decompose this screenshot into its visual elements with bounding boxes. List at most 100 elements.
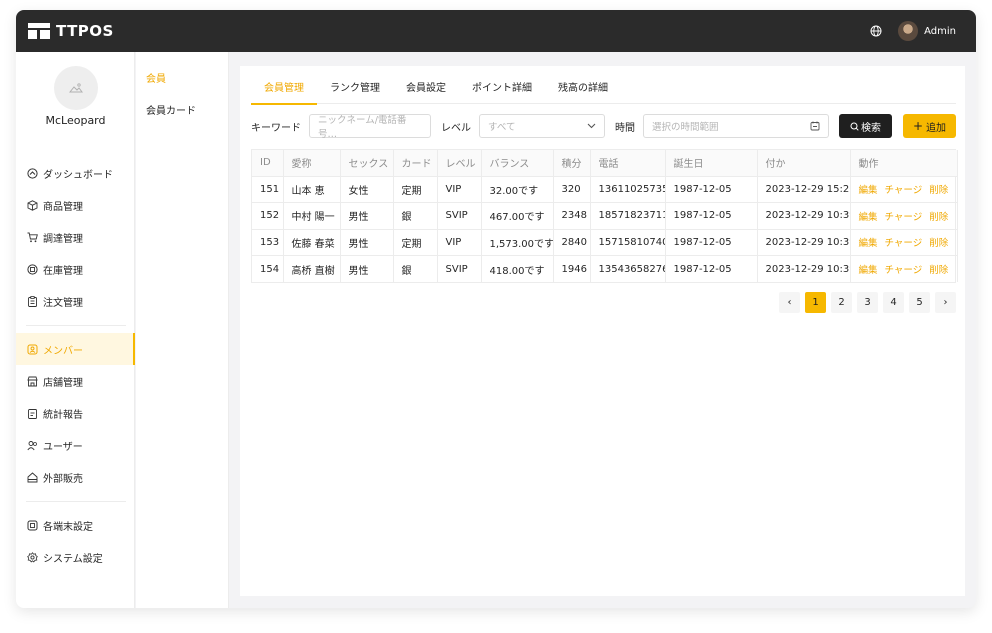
clipboard-icon <box>28 295 37 307</box>
cell-id: 154 <box>252 255 284 282</box>
cell-phone: 13611025735 <box>590 176 666 203</box>
keyword-input[interactable]: ニックネーム/電話番号… <box>309 114 431 140</box>
page-button-1[interactable]: 1 <box>805 292 826 313</box>
user-avatar[interactable] <box>898 21 919 41</box>
sidebar-item-label: 注文管理 <box>43 297 83 309</box>
cell-card: 定期 <box>393 229 438 256</box>
members-table: ID 愛称 セックス カード レベル バランス 積分 電話 誕生日 付か 動作 <box>251 149 958 283</box>
tab-member-management[interactable]: 会員管理 <box>251 80 317 105</box>
page-button-3[interactable]: 3 <box>857 292 878 313</box>
charge-link[interactable]: チャージ <box>885 212 923 223</box>
cell-balance: 467.00です <box>481 202 554 230</box>
tab-rank-management[interactable]: ランク管理 <box>317 80 393 104</box>
page-button-2[interactable]: 2 <box>831 292 852 313</box>
cell-card: 定期 <box>393 176 438 203</box>
admin-name[interactable]: Admin <box>924 26 956 37</box>
edit-link[interactable]: 編集 <box>859 238 878 249</box>
cell-balance: 32.00です <box>481 176 554 203</box>
tab-balance-detail[interactable]: 残高の詳細 <box>545 80 621 104</box>
users-icon <box>27 440 37 450</box>
sidebar-item-procurement[interactable]: 調達管理 <box>16 221 135 253</box>
sidebar-item-stores[interactable]: 店舗管理 <box>16 365 135 397</box>
cell-balance: 418.00です <box>481 255 554 282</box>
column-header: セックス <box>340 150 394 177</box>
sidebar-item-dashboard[interactable]: ダッシュボード <box>16 157 135 189</box>
sidebar-divider <box>26 325 126 326</box>
delete-link[interactable]: 削除 <box>929 212 948 223</box>
dashboard-icon <box>27 167 38 179</box>
delete-link[interactable]: 削除 <box>929 238 948 249</box>
sidebar-item-users[interactable]: ユーザー <box>16 429 135 461</box>
table-row: 154 高桥 直樹 男性 銀 SVIP 418.00です 1946 135436… <box>252 255 958 282</box>
delete-link[interactable]: 削除 <box>929 185 948 196</box>
cell-points: 2348 <box>553 202 591 230</box>
table-row: 152 中村 陽一 男性 銀 SVIP 467.00です 2348 185718… <box>252 202 958 230</box>
column-header: バランス <box>481 150 554 177</box>
logo[interactable]: TTPOS <box>28 22 114 40</box>
cell-nickname: 高桥 直樹 <box>283 255 341 282</box>
store-icon <box>27 376 38 386</box>
cell-level: VIP <box>437 229 482 256</box>
page-button-4[interactable]: 4 <box>883 292 904 313</box>
cell-sex: 男性 <box>340 202 394 230</box>
add-button-label: 追加 <box>926 122 947 134</box>
page-button-5[interactable]: 5 <box>909 292 930 313</box>
member-icon <box>27 344 38 354</box>
table-header-row: ID 愛称 セックス カード レベル バランス 積分 電話 誕生日 付か 動作 <box>252 150 958 177</box>
sidebar-item-label: 商品管理 <box>43 201 83 213</box>
sidebar-item-inventory[interactable]: 在庫管理 <box>16 253 135 285</box>
sidebar-item-label: ユーザー <box>43 441 83 453</box>
main-content: 会員管理 ランク管理 会員設定 ポイント詳細 残高の詳細 キーワード ニックネー… <box>240 66 965 596</box>
sidebar-item-label: 統計報告 <box>43 409 83 421</box>
cell-phone: 15715810740 <box>590 229 666 256</box>
inventory-icon <box>27 263 38 275</box>
sidebar-item-orders[interactable]: 注文管理 <box>16 285 135 317</box>
cell-points: 1946 <box>553 255 591 282</box>
keyword-label: キーワード <box>251 122 301 134</box>
search-icon <box>850 122 859 131</box>
settings-icon <box>27 551 38 562</box>
sidebar-item-reports[interactable]: 統計報告 <box>16 397 135 429</box>
edit-link[interactable]: 編集 <box>859 212 878 223</box>
keyword-placeholder: ニックネーム/電話番号… <box>318 115 407 140</box>
sidebar-item-members[interactable]: メンバー <box>16 333 135 365</box>
charge-link[interactable]: チャージ <box>885 238 923 249</box>
charge-link[interactable]: チャージ <box>885 265 923 276</box>
add-button[interactable]: + 追加 <box>903 114 956 138</box>
delete-link[interactable]: 削除 <box>929 265 948 276</box>
sidebar-item-label: 調達管理 <box>43 233 83 245</box>
cell-sex: 男性 <box>340 255 394 282</box>
edit-link[interactable]: 編集 <box>859 185 878 196</box>
subnav-item-members[interactable]: 会員 <box>146 70 166 85</box>
cell-level: SVIP <box>437 202 482 230</box>
subnav-item-member-cards[interactable]: 会員カード <box>146 102 196 117</box>
sidebar-item-label: ダッシュボード <box>43 169 113 181</box>
sidebar-item-label: 外部販売 <box>43 473 83 485</box>
search-button[interactable]: 検索 <box>839 114 892 138</box>
app-window: TTPOS Admin McLeopard ダッシュボード 商品管理 調達管理 … <box>16 10 976 608</box>
sidebar-item-products[interactable]: 商品管理 <box>16 189 135 221</box>
sidebar-item-label: メンバー <box>43 345 83 357</box>
sidebar-item-terminal-settings[interactable]: 各端末設定 <box>16 509 135 541</box>
time-label: 時間 <box>615 122 635 134</box>
sidebar-item-external-sales[interactable]: 外部販売 <box>16 461 135 493</box>
cell-birthday: 1987-12-05 <box>665 202 758 230</box>
time-range-placeholder: 選択の時間範囲 <box>652 122 719 133</box>
next-page-button[interactable]: › <box>935 292 956 313</box>
level-select[interactable]: すべて <box>479 114 605 138</box>
globe-icon[interactable] <box>870 25 882 37</box>
profile-avatar <box>54 66 98 110</box>
logo-text: TTPOS <box>56 22 114 40</box>
charge-link[interactable]: チャージ <box>885 185 923 196</box>
prev-page-button[interactable]: ‹ <box>779 292 800 313</box>
sidebar-item-system-settings[interactable]: システム設定 <box>16 541 135 573</box>
tab-member-settings[interactable]: 会員設定 <box>393 80 459 104</box>
time-range-input[interactable]: 選択の時間範囲 <box>643 114 829 138</box>
cell-points: 2840 <box>553 229 591 256</box>
edit-link[interactable]: 編集 <box>859 265 878 276</box>
column-header: 愛称 <box>283 150 341 177</box>
tab-bar: 会員管理 ランク管理 会員設定 ポイント詳細 残高の詳細 <box>251 80 956 105</box>
sidebar-divider <box>26 501 126 502</box>
box-icon <box>27 199 38 211</box>
tab-points-detail[interactable]: ポイント詳細 <box>459 80 545 104</box>
